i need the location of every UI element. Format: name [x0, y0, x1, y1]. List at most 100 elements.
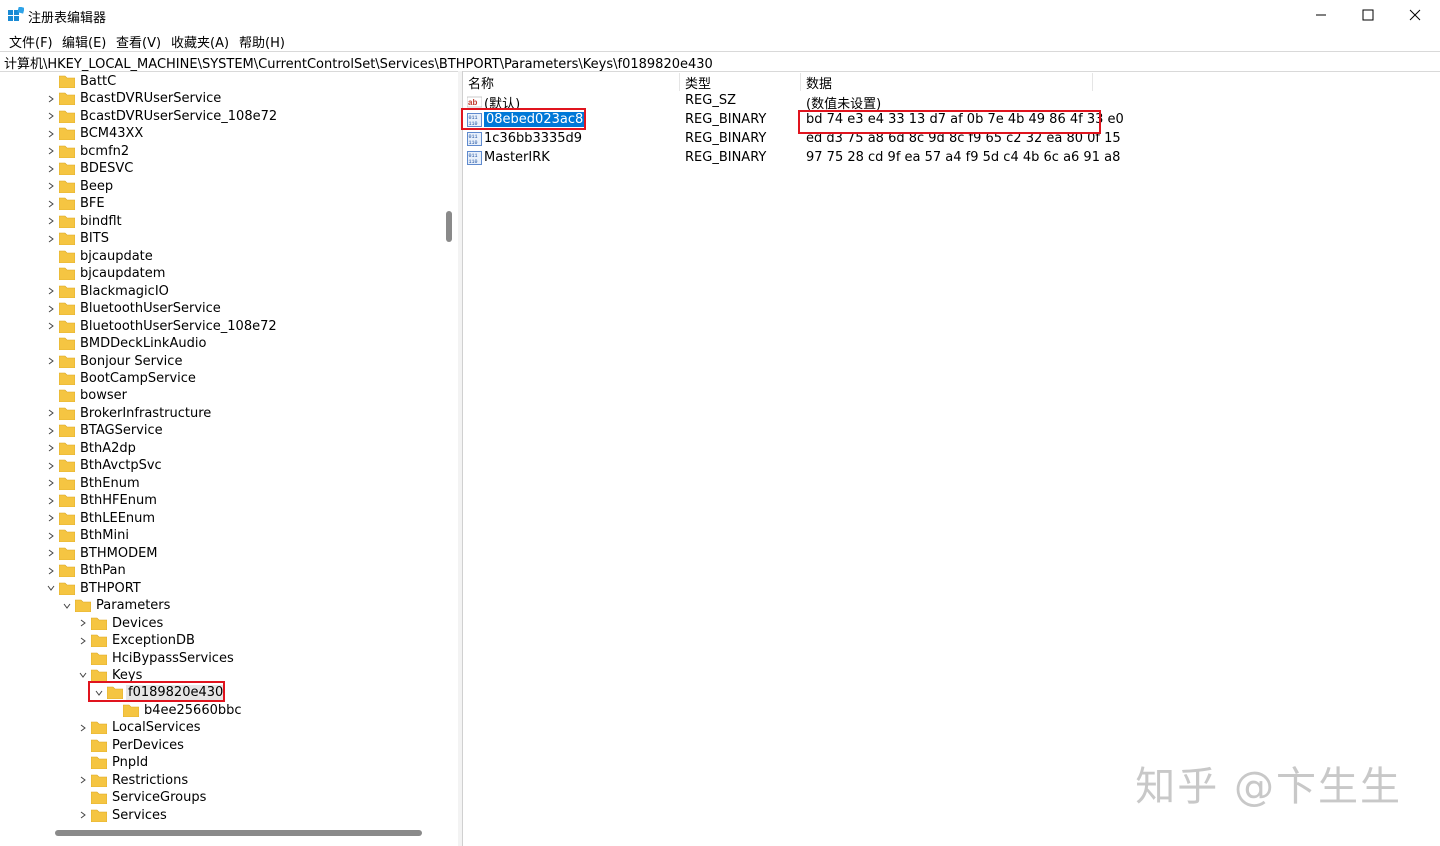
chevron-down-icon[interactable]	[46, 580, 56, 597]
menu-help[interactable]: 帮助(H)	[239, 32, 285, 51]
tree-item[interactable]: BcastDVRUserService_108e72	[46, 108, 279, 125]
chevron-right-icon[interactable]	[46, 545, 56, 562]
tree-item[interactable]: bowser	[46, 387, 129, 404]
tree-item[interactable]: BthPan	[46, 562, 128, 579]
tree-item[interactable]: Parameters	[62, 597, 172, 614]
chevron-right-icon[interactable]	[46, 230, 56, 247]
tree-item[interactable]: BITS	[46, 230, 111, 247]
tree-item-label: LocalServices	[112, 720, 201, 736]
tree-item[interactable]: bjcaupdatem	[46, 265, 167, 282]
tree-item[interactable]: Bonjour Service	[46, 353, 184, 370]
tree-item[interactable]: BTHPORT	[46, 580, 143, 597]
value-row[interactable]: 011 110 MasterIRK REG_BINARY 97 75 28 cd 9f …	[463, 149, 1440, 168]
chevron-right-icon[interactable]	[46, 422, 56, 439]
chevron-right-icon[interactable]	[78, 772, 88, 789]
tree-item[interactable]: Devices	[78, 615, 165, 632]
chevron-right-icon[interactable]	[46, 318, 56, 335]
column-header-data[interactable]: 数据	[801, 73, 1093, 92]
tree-item[interactable]: bindflt	[46, 213, 124, 230]
chevron-right-icon[interactable]	[46, 143, 56, 160]
tree-item[interactable]: BCM43XX	[46, 125, 145, 142]
tree-item[interactable]: BluetoothUserService_108e72	[46, 318, 279, 335]
tree-item[interactable]: BMDDeckLinkAudio	[46, 335, 208, 352]
close-button[interactable]	[1392, 0, 1438, 30]
column-header-name[interactable]: 名称	[463, 73, 680, 92]
chevron-right-icon[interactable]	[46, 510, 56, 527]
tree-item[interactable]: b4ee25660bbc	[110, 702, 244, 719]
chevron-down-icon[interactable]	[78, 667, 88, 684]
tree-item[interactable]: BFE	[46, 195, 107, 212]
chevron-right-icon[interactable]	[78, 719, 88, 736]
chevron-right-icon[interactable]	[46, 440, 56, 457]
chevron-down-icon[interactable]	[62, 597, 72, 614]
tree-item[interactable]: BattC	[46, 73, 118, 90]
watermark: 知乎 @卞生生	[1135, 764, 1402, 810]
column-header-type[interactable]: 类型	[680, 73, 801, 92]
tree-item[interactable]: bjcaupdate	[46, 248, 155, 265]
tree-item[interactable]: BDESVC	[46, 160, 135, 177]
tree-item[interactable]: bcmfn2	[46, 143, 131, 160]
tree-item[interactable]: HciBypassServices	[78, 650, 236, 667]
chevron-right-icon[interactable]	[46, 475, 56, 492]
tree-item[interactable]: ExceptionDB	[78, 632, 197, 649]
chevron-right-icon[interactable]	[46, 405, 56, 422]
address-path[interactable]: 计算机\HKEY_LOCAL_MACHINE\SYSTEM\CurrentCon…	[4, 53, 713, 72]
tree-item[interactable]: BcastDVRUserService	[46, 90, 223, 107]
chevron-right-icon[interactable]	[78, 807, 88, 824]
folder-icon	[59, 407, 75, 420]
tree-item-label: BootCampService	[80, 370, 196, 386]
tree-item[interactable]: BthLEEnum	[46, 510, 157, 527]
tree-item[interactable]: BTHMODEM	[46, 545, 160, 562]
values-list[interactable]: 名称 类型 数据 ab (默认) REG_SZ (数值未设置) 011 110 08ebed…	[463, 71, 1440, 846]
tree-item-label: BattC	[80, 74, 117, 89]
menu-edit[interactable]: 编辑(E)	[62, 32, 106, 51]
menu-view[interactable]: 查看(V)	[116, 32, 161, 51]
tree-item[interactable]: BthHFEnum	[46, 492, 159, 509]
chevron-right-icon[interactable]	[78, 615, 88, 632]
chevron-right-icon[interactable]	[46, 108, 56, 125]
tree-item[interactable]: PerDevices	[78, 737, 186, 754]
value-row[interactable]: ab (默认) REG_SZ (数值未设置)	[463, 92, 1440, 112]
chevron-right-icon[interactable]	[46, 178, 56, 195]
chevron-right-icon[interactable]	[46, 213, 56, 230]
tree-item[interactable]: BlackmagicIO	[46, 283, 171, 300]
tree-item[interactable]: BluetoothUserService	[46, 300, 223, 317]
chevron-right-icon[interactable]	[46, 562, 56, 579]
tree-horizontal-scrollbar[interactable]	[55, 830, 422, 836]
menu-file[interactable]: 文件(F)	[9, 32, 53, 51]
address-bar[interactable]: 计算机\HKEY_LOCAL_MACHINE\SYSTEM\CurrentCon…	[0, 51, 1440, 72]
svg-text:110: 110	[469, 140, 478, 146]
tree-item[interactable]: Beep	[46, 178, 115, 195]
tree-item-label: BTAGService	[80, 423, 163, 439]
tree-item[interactable]: Restrictions	[78, 772, 190, 789]
chevron-right-icon[interactable]	[46, 492, 56, 509]
registry-tree[interactable]: BattC BcastDVRUserService BcastDVRUserServ…	[0, 71, 459, 846]
tree-item[interactable]: BthA2dp	[46, 440, 138, 457]
maximize-button[interactable]	[1345, 0, 1391, 30]
tree-item[interactable]: BthMini	[46, 527, 131, 544]
tree-item[interactable]: Services	[78, 807, 169, 824]
minimize-button[interactable]	[1298, 0, 1344, 30]
tree-item[interactable]: BthAvctpSvc	[46, 457, 164, 474]
folder-icon	[59, 163, 75, 176]
tree-item[interactable]: BootCampService	[46, 370, 198, 387]
menu-favorites[interactable]: 收藏夹(A)	[171, 32, 229, 51]
chevron-right-icon[interactable]	[46, 353, 56, 370]
tree-item[interactable]: PnpId	[78, 754, 150, 771]
tree-item[interactable]: LocalServices	[78, 719, 203, 736]
tree-item[interactable]: BrokerInfrastructure	[46, 405, 213, 422]
chevron-right-icon[interactable]	[46, 90, 56, 107]
tree-item[interactable]: BTAGService	[46, 422, 165, 439]
chevron-right-icon[interactable]	[46, 160, 56, 177]
chevron-right-icon[interactable]	[46, 195, 56, 212]
chevron-right-icon[interactable]	[46, 283, 56, 300]
chevron-right-icon[interactable]	[78, 632, 88, 649]
chevron-right-icon[interactable]	[46, 527, 56, 544]
chevron-right-icon[interactable]	[46, 457, 56, 474]
tree-vertical-scrollbar[interactable]	[446, 211, 452, 242]
tree-item[interactable]: ServiceGroups	[78, 789, 208, 806]
tree-item[interactable]: BthEnum	[46, 475, 142, 492]
chevron-right-icon[interactable]	[46, 300, 56, 317]
chevron-right-icon[interactable]	[46, 125, 56, 142]
folder-icon	[59, 582, 75, 595]
